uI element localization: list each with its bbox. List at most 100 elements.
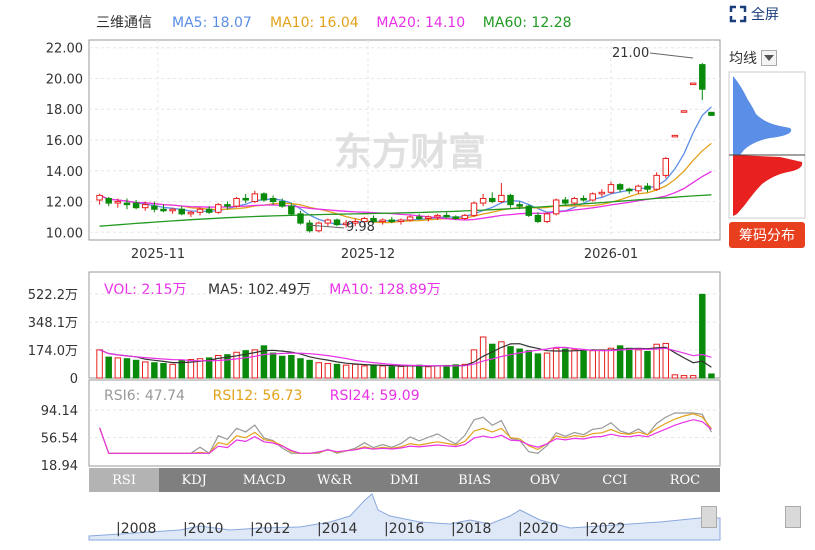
volume-bar <box>552 347 560 379</box>
low-marker-label: 9.98 <box>346 220 375 235</box>
candle-body <box>461 214 469 219</box>
main-y-axis: 22.00 20.00 18.00 16.00 14.00 12.00 10.00 <box>46 42 83 242</box>
high-marker-label: 21.00 <box>612 46 649 61</box>
ma-selector[interactable]: 均线 <box>729 48 777 68</box>
volume-bar <box>699 293 706 379</box>
main-legend-item: MA5: 18.07 <box>172 15 252 31</box>
volume-bar <box>406 364 414 379</box>
volume-legend: VOL: 2.15万 MA5: 102.49万 MA10: 128.89万 <box>104 282 441 298</box>
candle-body <box>260 193 268 201</box>
volume-bar <box>671 374 679 379</box>
volume-bar <box>141 361 149 379</box>
tab-kdj[interactable]: KDJ <box>159 468 229 492</box>
range-left-handle[interactable] <box>701 506 717 528</box>
volume-bar <box>151 362 158 379</box>
volume-bar <box>361 365 368 379</box>
volume-bar <box>571 349 578 379</box>
volume-bar <box>160 363 167 379</box>
y-tick-label: 22.00 <box>46 42 83 57</box>
volume-bar <box>397 365 405 379</box>
volume-bar <box>342 364 350 379</box>
volume-bar <box>415 364 423 379</box>
candle-body <box>224 204 231 207</box>
volume-bar <box>105 356 112 379</box>
main-x-axis: 2025-11 2025-12 2026-01 <box>131 247 638 262</box>
rsi-y-tick: 94.14 <box>41 404 78 419</box>
volume-y-tick: 348.1万 <box>28 316 78 331</box>
volume-bar <box>543 352 551 379</box>
candle-body <box>288 205 295 215</box>
candle-body <box>671 134 679 138</box>
candle-body <box>388 219 396 223</box>
candle-body <box>598 191 606 195</box>
fullscreen-icon <box>729 5 747 23</box>
candle-body <box>525 205 533 216</box>
candle-body <box>141 204 149 209</box>
fullscreen-button[interactable]: 全屏 <box>729 4 779 24</box>
main-legend: MA5: 18.07 MA10: 16.04 MA20: 14.10 MA60: 12… <box>172 15 572 31</box>
volume-bar <box>644 350 651 379</box>
candle-body <box>160 208 167 212</box>
candle-body <box>689 82 697 86</box>
candle-body <box>415 216 423 219</box>
volume-bar <box>626 347 633 379</box>
volume-bar <box>534 353 542 379</box>
candle-body <box>215 204 222 213</box>
volume-bar <box>297 358 304 379</box>
candle-body <box>699 64 706 90</box>
volume-bar <box>288 354 295 379</box>
tab-dmi[interactable]: DMI <box>369 468 439 492</box>
volume-bar <box>132 359 140 379</box>
tab-bias[interactable]: BIAS <box>440 468 510 492</box>
rsi-y-tick: 56.54 <box>41 432 78 447</box>
candle-body <box>251 193 259 203</box>
rsi-legend: RSI6: 47.74 RSI12: 56.73 RSI24: 59.09 <box>104 388 420 404</box>
volume-bar <box>589 350 596 379</box>
rsi-y-tick: 18.94 <box>41 459 78 474</box>
candle-body <box>297 213 304 224</box>
volume-bar <box>443 364 450 379</box>
candle-body <box>507 194 514 206</box>
volume-bar <box>607 347 615 379</box>
tab-wr[interactable]: W&R <box>299 468 369 492</box>
volume-bar <box>507 346 514 379</box>
volume-bar <box>489 343 496 379</box>
stock-chart-widget: 三维通信 MA5: 18.07 MA10: 16.04 MA20: 14.10 MA6… <box>0 0 815 550</box>
tab-macd[interactable]: MACD <box>229 468 299 492</box>
candle-body <box>169 208 176 212</box>
indicator-tabs: RSI KDJ MACD W&R DMI BIAS OBV CCI ROC <box>89 468 720 492</box>
candle-body <box>543 213 551 223</box>
candle-body <box>470 202 478 216</box>
range-right-handle[interactable] <box>785 506 801 528</box>
y-tick-label: 12.00 <box>46 196 83 211</box>
candle-body <box>196 208 204 213</box>
candle-body <box>114 201 122 204</box>
candle-body <box>242 197 249 201</box>
volume-bar <box>452 364 459 379</box>
tab-obv[interactable]: OBV <box>510 468 580 492</box>
candle-body <box>233 197 240 207</box>
rsi-legend-item: RSI12: 56.73 <box>213 388 303 404</box>
candle-body <box>616 184 624 190</box>
watermark: 东方财富 <box>334 130 486 174</box>
candle-body <box>452 216 459 219</box>
candle-body <box>315 222 322 232</box>
candle-body <box>644 185 651 190</box>
volume-bar <box>224 354 231 379</box>
candle-body <box>589 193 596 201</box>
volume-bar <box>525 350 533 379</box>
candle-body <box>397 219 405 223</box>
tab-cci[interactable]: CCI <box>580 468 650 492</box>
candle-body <box>443 214 450 218</box>
tab-roc[interactable]: ROC <box>650 468 720 492</box>
volume-bar <box>251 349 259 379</box>
chevron-down-icon[interactable] <box>761 50 777 66</box>
candle-body <box>178 208 185 215</box>
candle-body <box>552 199 560 215</box>
volume-bar <box>635 349 642 379</box>
range-slider[interactable] <box>89 494 805 540</box>
tab-rsi[interactable]: RSI <box>89 468 160 492</box>
volume-bar <box>306 359 313 379</box>
candle-body <box>406 216 414 221</box>
chip-distribution-button[interactable]: 筹码分布 <box>729 222 805 248</box>
